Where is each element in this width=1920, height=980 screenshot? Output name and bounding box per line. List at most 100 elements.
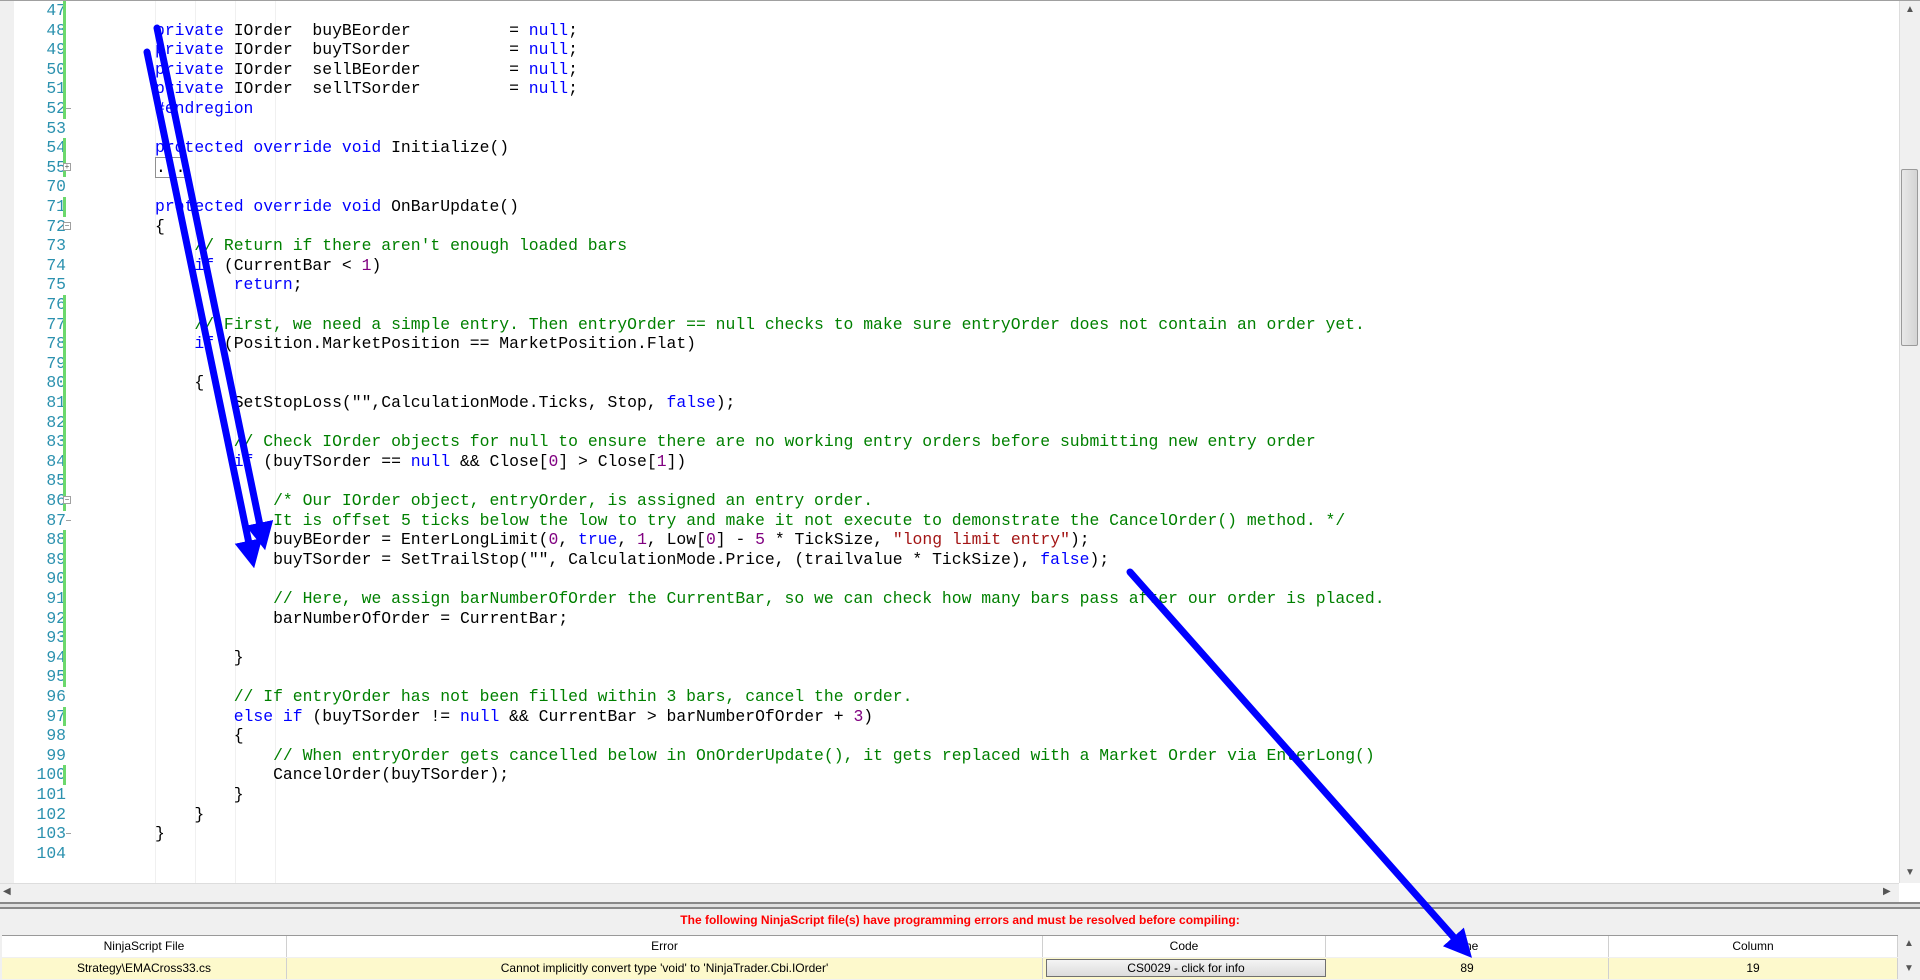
code-text: ...	[155, 156, 187, 178]
code-text: {	[155, 217, 165, 237]
code-line[interactable]: 91// Here, we assign barNumberOfOrder th…	[0, 589, 1898, 609]
code-line[interactable]: 54 protected override void Initialize()	[0, 138, 1898, 158]
code-line[interactable]: 92 barNumberOfOrder = CurrentBar;	[0, 608, 1898, 629]
change-marker	[63, 667, 66, 687]
code-token: Initialize()	[391, 138, 510, 158]
code-line[interactable]: 82	[0, 412, 1898, 433]
code-line[interactable]: 104	[0, 844, 1898, 864]
scrollbar-thumb[interactable]	[1901, 169, 1918, 346]
line-number: 70	[46, 177, 66, 197]
code-line[interactable]: 94}	[0, 647, 1898, 668]
code-line[interactable]: 52 #endregion	[0, 99, 1898, 119]
code-line[interactable]: 79	[0, 353, 1898, 374]
error-row[interactable]: Strategy\EMACross33.cs Cannot implicitly…	[2, 958, 1898, 979]
code-line[interactable]: 77// First, we need a simple entry. Then…	[0, 314, 1898, 335]
code-text: buyBEorder = EnterLongLimit(0, true, 1, …	[273, 530, 1090, 550]
code-line[interactable]: 86−/* Our IOrder object, entryOrder, is …	[0, 491, 1898, 511]
code-token: ;	[568, 40, 578, 60]
code-line[interactable]: 93	[0, 628, 1898, 648]
code-token: ,	[558, 530, 579, 550]
code-line[interactable]: 90	[0, 569, 1898, 589]
column-header-code[interactable]: Code	[1043, 936, 1326, 957]
column-header-line[interactable]: Line	[1326, 936, 1609, 957]
code-token: OnBarUpdate()	[391, 197, 519, 216]
code-line[interactable]: 47	[0, 1, 1898, 21]
error-description: Cannot implicitly convert type 'void' to…	[287, 958, 1043, 979]
code-line[interactable]: 88 buyBEorder = EnterLongLimit(0, true, 1…	[0, 530, 1898, 550]
code-line[interactable]: 100 CancelOrder(buyTSorder);	[0, 765, 1898, 785]
code-line[interactable]: 87 It is offset 5 ticks below the low to …	[0, 511, 1898, 531]
code-line[interactable]: 97 else if (buyTSorder != null && Current…	[0, 706, 1898, 727]
code-line[interactable]: 95	[0, 667, 1898, 687]
error-message: The following NinjaScript file(s) have p…	[680, 913, 1240, 927]
column-header-error[interactable]: Error	[287, 936, 1043, 957]
line-number: 96	[46, 687, 66, 706]
code-line[interactable]: 80{	[0, 373, 1898, 393]
scroll-up-icon[interactable]: ▲	[1905, 4, 1915, 15]
code-line[interactable]: 76	[0, 295, 1898, 315]
code-text: else if (buyTSorder != null && CurrentBa…	[234, 707, 873, 727]
grid-header: NinjaScript File Error Code Line Column	[2, 936, 1898, 957]
column-header-column[interactable]: Column	[1609, 936, 1898, 957]
code-line[interactable]: 73 // Return if there aren't enough loade…	[0, 236, 1898, 256]
code-line[interactable]: 75 return;	[0, 275, 1898, 295]
code-line[interactable]: 89 buyTSorder = SetTrailStop("", Calculat…	[0, 549, 1898, 570]
code-line[interactable]: 51 private IOrder sellTSorder = null;	[0, 79, 1898, 99]
scroll-down-icon[interactable]: ▼	[1905, 867, 1915, 878]
horizontal-scrollbar[interactable]: ◀ ▶	[0, 883, 1899, 902]
code-line[interactable]: 53	[0, 119, 1898, 139]
change-marker	[63, 1, 66, 21]
code-line[interactable]: 71 protected override void OnBarUpdate()	[0, 197, 1898, 217]
scroll-left-icon[interactable]: ◀	[3, 886, 11, 897]
change-marker	[63, 471, 66, 491]
scroll-right-icon[interactable]: ▶	[1883, 886, 1891, 897]
change-marker	[63, 59, 66, 80]
code-token: 0	[548, 451, 559, 471]
code-token: 5	[755, 530, 765, 550]
line-number: 103	[36, 824, 66, 844]
change-marker	[63, 765, 66, 785]
code-token: private	[155, 79, 234, 99]
code-token: , Low[	[646, 530, 706, 550]
expand-icon[interactable]: +	[63, 162, 71, 171]
code-token: && Close[	[450, 451, 549, 471]
collapse-icon[interactable]: −	[63, 496, 71, 504]
code-token: // Check IOrder objects for null to ensu…	[233, 432, 1316, 452]
code-line[interactable]: 98 {	[0, 726, 1898, 746]
code-line[interactable]: 70	[0, 177, 1898, 197]
code-line[interactable]: 81 SetStopLoss("",CalculationMode.Ticks, …	[0, 393, 1898, 413]
code-line[interactable]: 84 if (buyTSorder == null && Close[0] > C…	[0, 451, 1898, 472]
code-line[interactable]: 50 private IOrder sellBEorder = null;	[0, 59, 1898, 80]
code-line[interactable]: 49 private IOrder buyTSorder = null;	[0, 40, 1898, 60]
scroll-up-icon[interactable]: ▲	[1904, 938, 1914, 949]
change-marker	[63, 530, 66, 550]
collapse-icon[interactable]: −	[63, 221, 71, 230]
code-line[interactable]: 72−{	[0, 217, 1898, 237]
code-line[interactable]: 99 // When entryOrder gets cancelled belo…	[0, 746, 1898, 766]
panel-splitter[interactable]	[0, 902, 1920, 909]
error-code-button[interactable]: CS0029 - click for info	[1046, 959, 1326, 977]
change-marker	[63, 549, 66, 570]
code-lines[interactable]: 47 48 private IOrder buyBEorder = null; 49 p…	[0, 1, 1898, 883]
grid-scrollbar[interactable]: ▲ ▼	[1898, 935, 1920, 979]
code-line[interactable]: 85	[0, 471, 1898, 491]
vertical-scrollbar[interactable]: ▲ ▼	[1899, 1, 1920, 883]
code-line[interactable]: 103}	[0, 824, 1898, 844]
collapsed-region[interactable]: ...	[155, 156, 187, 178]
code-line[interactable]: 83// Check IOrder objects for null to en…	[0, 432, 1898, 452]
code-token: SetStopLoss("",CalculationMode.Ticks, St…	[233, 393, 667, 412]
code-editor[interactable]: 47 48 private IOrder buyBEorder = null; 49 p…	[0, 0, 1920, 902]
code-line[interactable]: 102}	[0, 805, 1898, 825]
code-token: ;	[568, 20, 578, 40]
code-line[interactable]: 101}	[0, 785, 1898, 805]
change-marker	[63, 647, 66, 668]
code-line[interactable]: 96 // If entryOrder has not been filled w…	[0, 687, 1898, 707]
scroll-down-icon[interactable]: ▼	[1904, 963, 1914, 974]
code-token: 1	[361, 255, 372, 275]
code-line[interactable]: 48 private IOrder buyBEorder = null;	[0, 20, 1898, 41]
code-token: null	[410, 451, 451, 471]
code-line[interactable]: 78 if (Position.MarketPosition == MarketP…	[0, 334, 1898, 354]
code-line[interactable]: 55 +...	[0, 156, 1898, 178]
column-header-file[interactable]: NinjaScript File	[2, 936, 287, 957]
code-line[interactable]: 74 if (CurrentBar < 1)	[0, 256, 1898, 276]
